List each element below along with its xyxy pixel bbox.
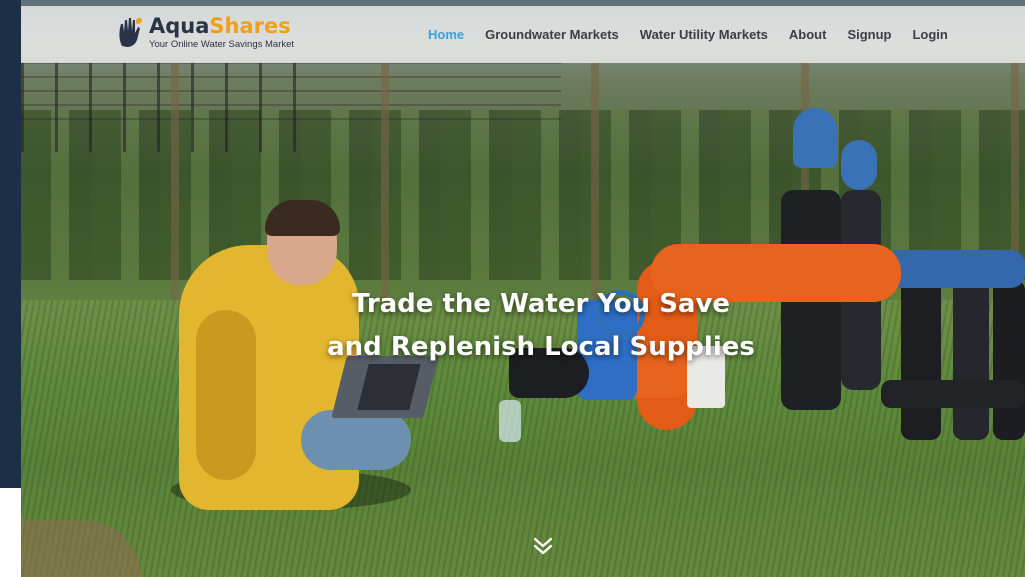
nav-home[interactable]: Home	[428, 27, 464, 42]
hero-headline: Trade the Water You Save and Replenish L…	[221, 283, 861, 369]
brand-tagline: Your Online Water Savings Market	[149, 39, 295, 51]
nav-signup[interactable]: Signup	[847, 27, 891, 42]
main-menu: Home Groundwater Markets Water Utility M…	[428, 6, 969, 63]
top-nav-bar: AquaShares Your Online Water Savings Mar…	[21, 6, 1025, 63]
headline-line-1: Trade the Water You Save	[351, 289, 731, 319]
hero-section: Trade the Water You Save and Replenish L…	[21, 0, 1025, 577]
left-edge-strip	[0, 0, 21, 488]
brand-logo[interactable]: AquaShares Your Online Water Savings Mar…	[117, 16, 294, 50]
nav-water-utility-markets[interactable]: Water Utility Markets	[640, 27, 768, 42]
nav-groundwater-markets[interactable]: Groundwater Markets	[485, 27, 619, 42]
brand-name: AquaShares	[149, 14, 291, 39]
double-chevron-down-icon[interactable]	[532, 535, 554, 557]
hand-icon	[119, 17, 142, 47]
nav-about[interactable]: About	[789, 27, 827, 42]
nav-login[interactable]: Login	[912, 27, 947, 42]
headline-line-2: and Replenish Local Supplies	[327, 332, 755, 362]
